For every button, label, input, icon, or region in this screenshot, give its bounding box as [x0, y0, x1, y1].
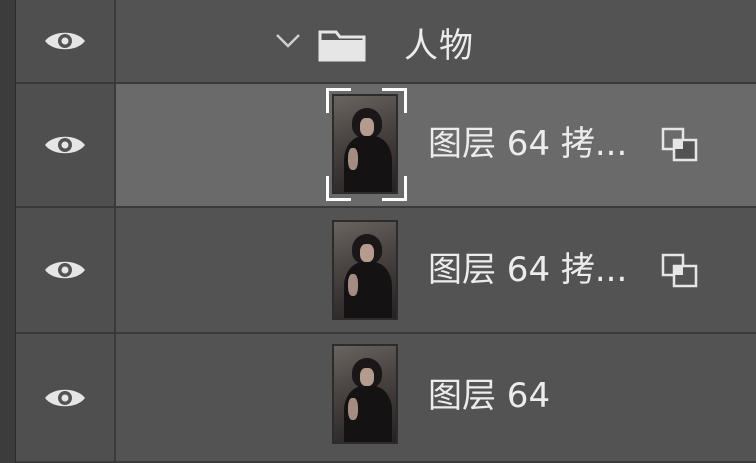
layer-group-main[interactable]: 人物: [116, 0, 756, 82]
layer-name[interactable]: 图层 64 拷...: [428, 250, 627, 290]
smart-object-icon: [660, 126, 700, 168]
visibility-toggle[interactable]: [16, 84, 116, 206]
eye-icon[interactable]: [43, 256, 87, 284]
layer-row[interactable]: 图层 64 拷...: [16, 208, 756, 334]
layer-thumbnail[interactable]: [332, 220, 398, 320]
eye-icon[interactable]: [43, 27, 87, 55]
selection-bracket: [326, 176, 351, 201]
layer-group-name[interactable]: 人物: [404, 26, 474, 66]
layer-name[interactable]: 图层 64 拷...: [428, 124, 627, 164]
panel-left-strip: [0, 0, 16, 463]
visibility-toggle[interactable]: [16, 0, 116, 82]
layer-row-main[interactable]: 图层 64 拷...: [116, 208, 756, 332]
smart-object-icon: [660, 252, 700, 294]
visibility-toggle[interactable]: [16, 334, 116, 461]
selection-bracket: [382, 88, 407, 113]
layer-name[interactable]: 图层 64: [428, 376, 550, 416]
layer-group-row[interactable]: 人物: [16, 0, 756, 84]
selection-bracket: [382, 176, 407, 201]
chevron-down-icon[interactable]: [274, 32, 302, 54]
visibility-toggle[interactable]: [16, 208, 116, 332]
selection-bracket: [326, 88, 351, 113]
folder-icon: [318, 28, 366, 66]
layer-row[interactable]: 图层 64 拷...: [16, 84, 756, 208]
eye-icon[interactable]: [43, 384, 87, 412]
layer-row-main[interactable]: 图层 64 拷...: [116, 84, 756, 206]
layer-row[interactable]: 图层 64: [16, 334, 756, 463]
layer-thumbnail[interactable]: [332, 344, 398, 444]
eye-icon[interactable]: [43, 131, 87, 159]
layer-row-main[interactable]: 图层 64: [116, 334, 756, 461]
